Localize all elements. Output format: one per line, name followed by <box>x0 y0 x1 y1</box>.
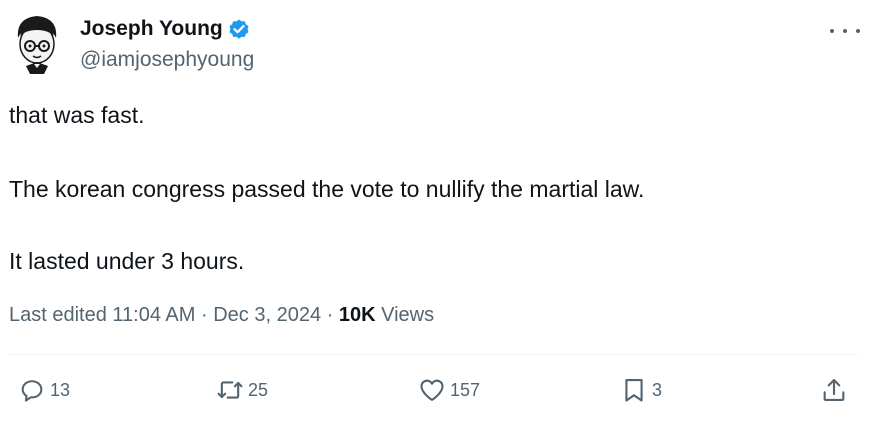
tweet-text-line: that was fast. <box>9 102 145 128</box>
heart-icon <box>420 379 444 401</box>
bookmark-count: 3 <box>652 379 663 400</box>
more-options-icon[interactable] <box>830 22 860 40</box>
views-label: Views <box>381 304 435 326</box>
share-button[interactable] <box>820 376 848 404</box>
edited-timestamp[interactable]: Last edited 11:04 AM <box>9 304 195 326</box>
avatar[interactable] <box>8 10 66 76</box>
repost-button[interactable]: 25 <box>216 376 268 404</box>
dot <box>830 29 834 33</box>
repost-icon <box>217 381 243 399</box>
verified-badge-icon <box>229 19 249 39</box>
author-name-row[interactable]: Joseph Young <box>80 17 251 41</box>
reply-count: 13 <box>50 379 71 400</box>
like-count: 157 <box>450 379 481 400</box>
dot <box>856 29 860 33</box>
share-icon <box>823 379 845 401</box>
dot <box>843 29 847 33</box>
tweet-date[interactable]: Dec 3, 2024 <box>213 304 321 326</box>
views-count: 10K <box>338 304 376 326</box>
divider <box>8 354 858 355</box>
cartoon-avatar-icon <box>17 16 57 74</box>
reply-button[interactable]: 13 <box>18 376 70 404</box>
meta-separator: · <box>326 304 339 326</box>
author-handle[interactable]: @iamjosephyoung <box>80 48 254 72</box>
bookmark-button[interactable]: 3 <box>620 376 662 404</box>
like-button[interactable]: 157 <box>418 376 480 404</box>
tweet-meta: Last edited 11:04 AM · Dec 3, 2024 · 10K… <box>9 304 434 327</box>
repost-count: 25 <box>248 379 269 400</box>
bookmark-icon <box>625 379 643 402</box>
tweet-text-line: The korean congress passed the vote to n… <box>9 176 645 202</box>
author-display-name[interactable]: Joseph Young <box>80 17 223 41</box>
reply-icon <box>21 380 43 402</box>
meta-separator: · <box>201 304 214 326</box>
tweet-text-line: It lasted under 3 hours. <box>9 248 245 274</box>
